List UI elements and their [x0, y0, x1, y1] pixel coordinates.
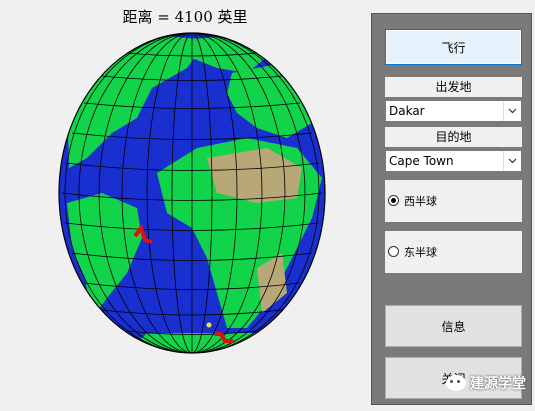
origin-select[interactable]: Dakar	[385, 100, 522, 122]
fly-button[interactable]: 飞行	[385, 29, 522, 65]
globe-svg	[58, 32, 326, 354]
east-hemisphere-label: 东半球	[404, 246, 437, 259]
origin-label: 出发地	[385, 77, 522, 97]
wechat-icon	[446, 375, 466, 391]
destination-label: 目的地	[385, 127, 522, 147]
chevron-down-icon[interactable]	[503, 151, 521, 171]
figure-title: 距离 = 4100 英里	[122, 8, 248, 26]
east-hemisphere-option[interactable]: 东半球	[385, 231, 522, 273]
destination-select[interactable]: Cape Town	[385, 150, 522, 172]
info-button[interactable]: 信息	[385, 305, 522, 347]
origin-select-value: Dakar	[389, 104, 425, 118]
east-hemisphere-radio[interactable]	[388, 246, 399, 257]
watermark: 建源学堂	[446, 373, 526, 393]
destination-select-value: Cape Town	[389, 154, 454, 168]
west-hemisphere-option[interactable]: 西半球	[385, 180, 522, 222]
west-hemisphere-radio[interactable]	[388, 195, 399, 206]
globe-plot[interactable]	[57, 28, 333, 360]
aircraft-dot	[206, 322, 212, 328]
watermark-text: 建源学堂	[470, 376, 526, 392]
chevron-down-icon[interactable]	[503, 101, 521, 121]
control-panel: 飞行 出发地 Dakar 目的地 Cape Town 西半球 东半球 信息 关闭	[371, 13, 532, 405]
west-hemisphere-label: 西半球	[404, 195, 437, 208]
